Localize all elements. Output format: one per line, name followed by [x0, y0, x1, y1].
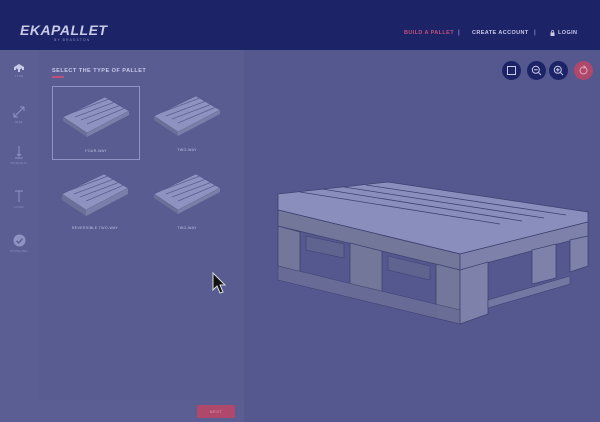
- pallet-option-two-way[interactable]: TWO-WAY: [144, 86, 230, 158]
- mouse-cursor: [212, 272, 227, 294]
- option-label: TWO-WAY: [177, 226, 197, 230]
- nav-separator: |: [534, 30, 537, 36]
- option-label: TWO-WAY: [177, 148, 197, 152]
- sidebar-item-type[interactable]: TYPE: [0, 62, 38, 78]
- pallet-thumbnail-icon: [61, 173, 129, 216]
- check-circle-icon: [13, 234, 25, 247]
- pallet-option-reversible-two-way[interactable]: REVERSIBLE TWO-WAY: [52, 164, 138, 236]
- pallet-thumbnail-icon: [153, 173, 221, 214]
- sidebar-item-label: FINISHING: [10, 249, 28, 253]
- nav-login[interactable]: LOGIN: [558, 30, 577, 36]
- lock-icon: [550, 30, 555, 36]
- step-sidebar: TYPE SIZE MATERIAL LOAD FINISHING: [0, 50, 38, 422]
- pallet-option-four-way[interactable]: FOUR-WAY: [52, 86, 140, 160]
- nav-separator: |: [458, 30, 461, 36]
- top-header: EKAPALLET BY BRAGSTON BUILD A PALLET | C…: [0, 0, 600, 50]
- logo[interactable]: EKAPALLET: [20, 22, 107, 38]
- sidebar-item-label: MATERIAL: [10, 161, 28, 165]
- sidebar-item-finishing[interactable]: FINISHING: [0, 234, 38, 253]
- panel-title: SELECT THE TYPE OF PALLET: [52, 68, 147, 74]
- sidebar-item-load[interactable]: LOAD: [0, 190, 38, 209]
- resize-arrows-icon: [13, 106, 25, 118]
- zoom-in-icon: [553, 65, 564, 76]
- sidebar-item-size[interactable]: SIZE: [0, 106, 38, 124]
- nav-build-pallet[interactable]: BUILD A PALLET: [404, 30, 454, 36]
- pallet-thumbnail-icon: [153, 95, 221, 136]
- logo-subtitle: BY BRAGSTON: [54, 38, 91, 42]
- fullscreen-button[interactable]: [502, 61, 521, 80]
- height-icon: [15, 190, 23, 202]
- pallet-type-icon: [14, 64, 24, 72]
- thickness-icon: [15, 146, 23, 159]
- sidebar-item-label: SIZE: [15, 120, 23, 124]
- option-label: REVERSIBLE TWO-WAY: [71, 226, 119, 230]
- sidebar-item-material[interactable]: MATERIAL: [0, 146, 38, 165]
- sidebar-item-label: LOAD: [14, 205, 24, 209]
- zoom-in-button[interactable]: [549, 61, 568, 80]
- rotate-icon: [579, 65, 588, 75]
- pallet-3d-preview[interactable]: [270, 180, 592, 328]
- zoom-out-icon: [531, 65, 542, 76]
- pallet-thumbnail-icon: [62, 96, 130, 137]
- nav-create-account[interactable]: CREATE ACCOUNT: [472, 30, 529, 36]
- option-label: FOUR-WAY: [85, 149, 107, 153]
- rotate-button[interactable]: [574, 61, 593, 80]
- title-underline: [52, 76, 64, 78]
- sidebar-item-label: TYPE: [14, 74, 24, 78]
- square-icon: [507, 66, 516, 75]
- next-button[interactable]: NEXT: [197, 405, 235, 418]
- zoom-out-button[interactable]: [527, 61, 546, 80]
- pallet-option-two-way-alt[interactable]: TWO-WAY: [144, 164, 230, 236]
